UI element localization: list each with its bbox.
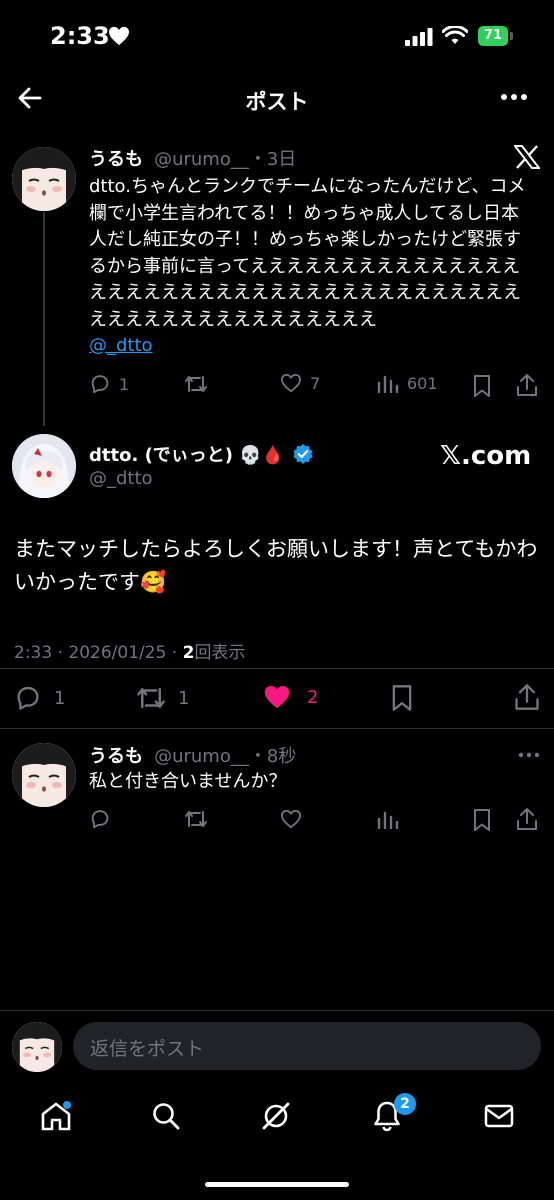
share-icon[interactable] — [516, 807, 538, 831]
post-header: dtto. (でぃっと) 💀🩸 — [89, 441, 314, 467]
repost-icon — [137, 688, 165, 708]
avatar[interactable] — [12, 147, 76, 211]
reply-button[interactable]: 1 — [14, 684, 65, 712]
home-icon[interactable] — [40, 1101, 72, 1131]
bookmark-icon[interactable] — [390, 684, 414, 712]
author-name[interactable]: dtto. (でぃっと) 💀🩸 — [89, 441, 284, 467]
divider — [0, 728, 554, 729]
notification-badge: 2 — [394, 1093, 416, 1115]
battery-level: 71 — [478, 26, 508, 46]
repost-icon[interactable] — [184, 808, 208, 830]
reply-placeholder: 返信をポスト — [90, 1038, 205, 1060]
views-button[interactable]: 601 — [377, 373, 438, 393]
reply-count: 1 — [54, 687, 66, 709]
analytics-icon[interactable] — [377, 809, 399, 829]
share-icon[interactable] — [516, 373, 538, 397]
view-count: 601 — [407, 373, 438, 393]
post-text: 私と付き合いませんか？ — [89, 771, 287, 792]
author-handle[interactable]: @urumo__ — [154, 746, 249, 767]
reply-button[interactable]: 1 — [89, 373, 129, 395]
signal-icon — [405, 28, 433, 46]
reply-icon — [17, 686, 39, 710]
battery-cap — [510, 32, 513, 40]
reply-icon — [91, 375, 109, 394]
post-body: dtto.ちゃんとランクでチームになったんだけど、コメ欄で小学生言われてる！！め… — [89, 176, 526, 330]
post-age: ・8秒 — [248, 746, 297, 767]
reply-count: 1 — [119, 374, 130, 394]
post-header: うるも @urumo__・3日 — [89, 145, 296, 171]
view-count: 2 — [182, 643, 195, 663]
search-icon[interactable] — [151, 1101, 181, 1131]
repost-button[interactable] — [184, 373, 208, 395]
author-handle[interactable]: @urumo__ — [154, 149, 249, 170]
like-button[interactable]: 7 — [280, 373, 320, 393]
more-icon[interactable] — [518, 752, 540, 758]
post-timestamp: 2:33 · 2026/01/25 · — [14, 643, 183, 663]
watermark: 𝕏.com — [440, 441, 532, 471]
like-count: 2 — [307, 686, 319, 708]
home-indicator — [205, 1182, 349, 1187]
analytics-icon — [377, 375, 399, 393]
avatar[interactable] — [12, 743, 76, 807]
avatar[interactable] — [12, 434, 76, 498]
heart-filled-icon — [264, 685, 290, 709]
more-icon[interactable] — [500, 93, 528, 101]
grok-icon[interactable] — [260, 1100, 292, 1132]
post-text: またマッチしたらよろしくお願いします！声とてもかわいかったです🥰 — [14, 537, 538, 594]
bookmark-icon[interactable] — [472, 374, 492, 398]
post-text: dtto.ちゃんとランクでチームになったんだけど、コメ欄で小学生言われてる！！め… — [89, 174, 529, 360]
author-handle[interactable]: @_dtto — [89, 468, 153, 489]
heart-icon — [280, 373, 302, 393]
views-label: 回表示 — [194, 643, 246, 663]
status-time: 2:33 — [50, 22, 110, 50]
divider — [0, 1010, 554, 1011]
repost-count: 1 — [178, 687, 190, 709]
battery-indicator: 71 — [478, 26, 514, 46]
heart-status-icon — [109, 26, 129, 46]
share-icon[interactable] — [514, 683, 540, 711]
post-age: ・3日 — [248, 149, 297, 170]
divider — [0, 668, 554, 669]
page-title: ポスト — [245, 90, 309, 114]
post-header: うるも @urumo__・8秒 — [89, 742, 296, 768]
repost-button[interactable]: 1 — [136, 684, 189, 712]
wifi-icon — [442, 26, 468, 44]
author-name[interactable]: うるも — [89, 149, 143, 170]
like-count: 7 — [310, 373, 321, 393]
avatar — [12, 1022, 62, 1072]
reply-icon[interactable] — [89, 808, 111, 830]
heart-icon[interactable] — [280, 809, 302, 829]
mention-link[interactable]: @_dtto — [89, 335, 153, 356]
thread-line — [43, 212, 45, 426]
post-meta: 2:33 · 2026/01/25 · 2回表示 — [14, 638, 245, 663]
like-button[interactable]: 2 — [263, 684, 318, 710]
messages-icon[interactable] — [484, 1104, 514, 1128]
verified-badge-icon — [293, 444, 313, 464]
x-logo-icon — [514, 145, 540, 169]
repost-icon — [185, 376, 207, 392]
bookmark-icon[interactable] — [472, 808, 492, 832]
author-name[interactable]: うるも — [89, 746, 143, 767]
